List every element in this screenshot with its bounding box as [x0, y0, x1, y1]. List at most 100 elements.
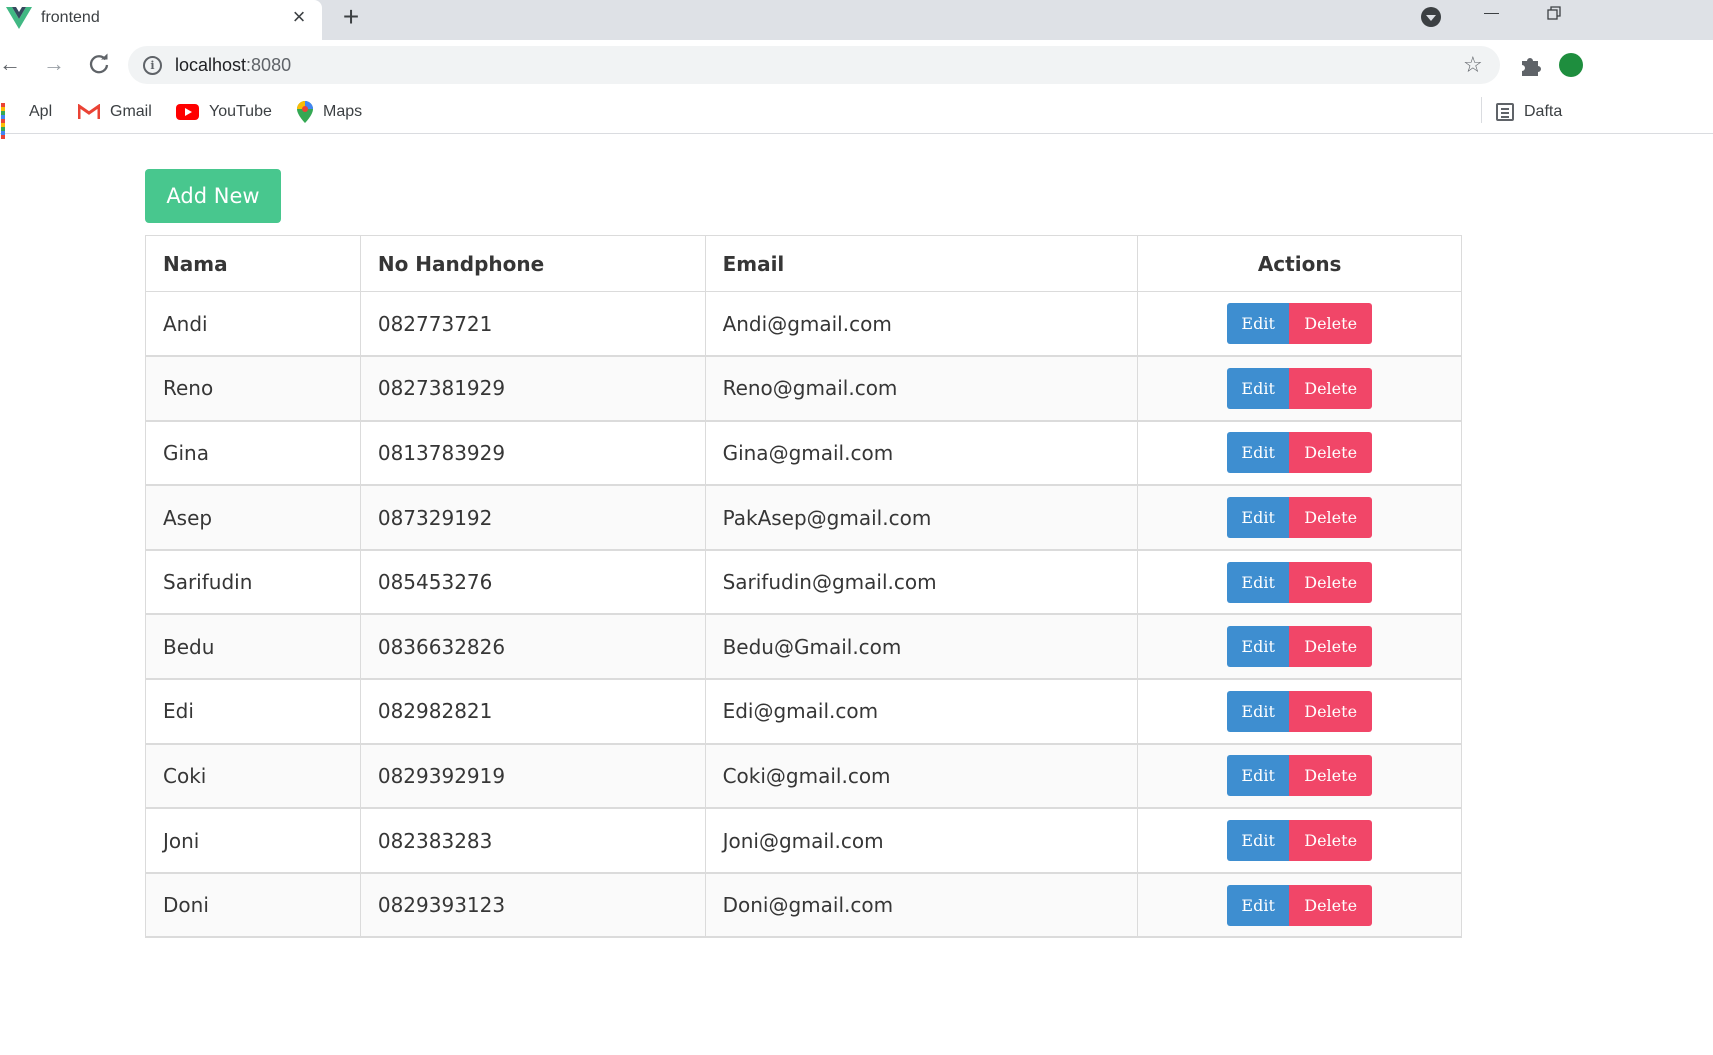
delete-button[interactable]: Delete: [1289, 626, 1373, 668]
delete-button[interactable]: Delete: [1289, 561, 1373, 603]
edit-button[interactable]: Edit: [1227, 367, 1290, 409]
address-bar[interactable]: i localhost:8080 ☆: [128, 46, 1500, 84]
cell-email: PakAsep@gmail.com: [704, 484, 1139, 551]
table-row: Gina 0813783929 Gina@gmail.com Edit Delet…: [145, 420, 1462, 487]
column-header-actions: Actions: [1137, 235, 1462, 292]
reload-icon[interactable]: [87, 52, 111, 76]
delete-button[interactable]: Delete: [1289, 755, 1373, 797]
edit-button[interactable]: Edit: [1227, 820, 1290, 862]
delete-button[interactable]: Delete: [1289, 367, 1373, 409]
cell-name: Reno: [145, 355, 361, 422]
reading-list[interactable]: Dafta: [1496, 98, 1562, 126]
edit-button[interactable]: Edit: [1227, 690, 1290, 732]
cell-actions: Edit Delete: [1137, 613, 1462, 681]
cell-email: Reno@gmail.com: [704, 355, 1139, 422]
bookmark-label: Gmail: [110, 103, 152, 120]
profile-avatar[interactable]: [1559, 53, 1583, 77]
delete-button[interactable]: Delete: [1289, 303, 1373, 345]
bookmark-youtube[interactable]: YouTube: [176, 98, 272, 126]
delete-button[interactable]: Delete: [1289, 884, 1373, 926]
forward-arrow-icon[interactable]: →: [42, 52, 66, 76]
cell-phone: 0813783929: [359, 420, 706, 487]
bookmarks-bar: Apl Gmail YouTube Maps Dafta: [0, 90, 1713, 139]
bookmark-label: Apl: [29, 103, 53, 120]
delete-button[interactable]: Delete: [1289, 820, 1373, 862]
url-host: localhost: [175, 55, 247, 75]
column-header-no-handphone: No Handphone: [359, 235, 706, 292]
bookmark-label: YouTube: [209, 103, 272, 120]
cell-actions: Edit Delete: [1137, 872, 1462, 939]
cell-name: Gina: [145, 420, 361, 487]
site-info-icon[interactable]: i: [143, 56, 162, 75]
cell-phone: 082982821: [359, 678, 706, 745]
contacts-table: Nama No Handphone Email Actions Andi 082…: [145, 235, 1462, 939]
bookmark-maps[interactable]: Maps: [297, 98, 362, 126]
table-row: Sarifudin 085453276 Sarifudin@gmail.com …: [145, 549, 1462, 616]
table-row: Reno 0827381929 Reno@gmail.com Edit Delet…: [145, 355, 1462, 422]
edit-button[interactable]: Edit: [1227, 755, 1290, 797]
edit-button[interactable]: Edit: [1227, 432, 1290, 474]
cell-email: Edi@gmail.com: [704, 678, 1139, 745]
cell-actions: Edit Delete: [1137, 678, 1462, 745]
reading-list-label: Dafta: [1524, 103, 1563, 120]
browser-toolbar: ← → i localhost:8080 ☆: [0, 40, 1713, 90]
apps-grid-icon: [1, 103, 19, 139]
cell-name: Sarifudin: [145, 549, 361, 616]
cell-actions: Edit Delete: [1137, 291, 1462, 358]
table-row: Joni 082383283 Joni@gmail.com Edit Delete: [145, 807, 1462, 874]
cell-phone: 082773721: [359, 291, 706, 358]
cell-name: Bedu: [145, 613, 361, 681]
cell-name: Edi: [145, 678, 361, 745]
cell-email: Coki@gmail.com: [704, 743, 1139, 810]
maps-icon: [297, 101, 313, 123]
cell-email: Sarifudin@gmail.com: [704, 549, 1139, 616]
cell-email: Bedu@Gmail.com: [704, 613, 1139, 681]
bookmark-star-icon[interactable]: ☆: [1463, 52, 1483, 78]
cell-actions: Edit Delete: [1137, 743, 1462, 810]
close-icon[interactable]: ×: [288, 6, 310, 28]
cell-email: Doni@gmail.com: [704, 872, 1139, 939]
table-row: Asep 087329192 PakAsep@gmail.com Edit Del…: [145, 484, 1462, 551]
table-row: Bedu 0836632826 Bedu@Gmail.com Edit Delet…: [145, 613, 1462, 681]
delete-button[interactable]: Delete: [1289, 432, 1373, 474]
bookmark-apl[interactable]: Apl: [1, 98, 53, 139]
bookmark-gmail[interactable]: Gmail: [78, 98, 152, 126]
cell-name: Andi: [145, 291, 361, 358]
edit-button[interactable]: Edit: [1227, 884, 1290, 926]
minimize-icon[interactable]: [1484, 13, 1499, 14]
youtube-icon: [176, 104, 199, 120]
cell-phone: 0829393123: [359, 872, 706, 939]
cell-name: Doni: [145, 872, 361, 939]
cell-actions: Edit Delete: [1137, 549, 1462, 616]
cell-phone: 0829392919: [359, 743, 706, 810]
delete-button[interactable]: Delete: [1289, 690, 1373, 732]
table-header-row: Nama No Handphone Email Actions: [145, 235, 1462, 292]
edit-button[interactable]: Edit: [1227, 303, 1290, 345]
tab-title: frontend: [41, 9, 100, 26]
add-new-button[interactable]: Add New: [145, 169, 281, 223]
cell-name: Coki: [145, 743, 361, 810]
extensions-puzzle-icon[interactable]: [1518, 52, 1544, 78]
edit-button[interactable]: Edit: [1227, 561, 1290, 603]
table-row: Coki 0829392919 Coki@gmail.com Edit Delet…: [145, 743, 1462, 810]
column-header-email: Email: [704, 235, 1139, 292]
cell-phone: 0827381929: [359, 355, 706, 422]
cell-phone: 0836632826: [359, 613, 706, 681]
edit-button[interactable]: Edit: [1227, 626, 1290, 668]
browser-tab[interactable]: frontend ×: [0, 0, 322, 40]
new-tab-icon[interactable]: +: [338, 3, 364, 32]
bookmarks-divider: [1481, 97, 1482, 123]
cell-actions: Edit Delete: [1137, 807, 1462, 874]
gmail-icon: [78, 104, 100, 120]
cell-name: Joni: [145, 807, 361, 874]
delete-button[interactable]: Delete: [1289, 497, 1373, 539]
table-row: Doni 0829393123 Doni@gmail.com Edit Delet…: [145, 872, 1462, 939]
cell-email: Andi@gmail.com: [704, 291, 1139, 358]
restore-window-icon[interactable]: [1547, 6, 1561, 20]
cell-actions: Edit Delete: [1137, 355, 1462, 422]
edit-button[interactable]: Edit: [1227, 497, 1290, 539]
back-arrow-icon[interactable]: ←: [0, 52, 22, 76]
table-row: Edi 082982821 Edi@gmail.com Edit Delete: [145, 678, 1462, 745]
tab-search-icon[interactable]: [1421, 7, 1441, 27]
column-header-nama: Nama: [145, 235, 361, 292]
